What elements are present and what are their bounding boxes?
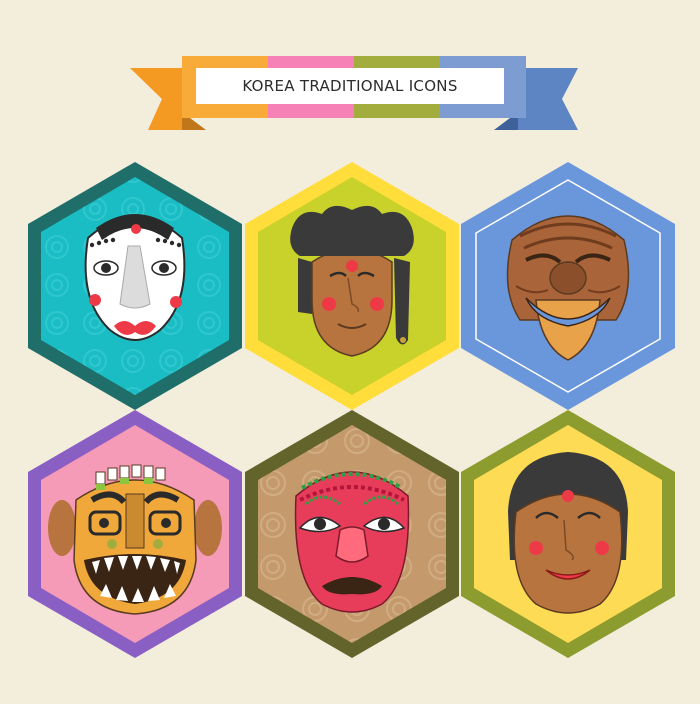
badge-smiling-woman-mask bbox=[461, 410, 675, 658]
badge-laughing-old-man-mask bbox=[461, 162, 675, 410]
badge-topknot-mask bbox=[245, 162, 459, 410]
banner-title: KOREA TRADITIONAL ICONS bbox=[242, 77, 458, 95]
poster-artwork bbox=[28, 56, 675, 658]
red-mask-icon bbox=[294, 471, 410, 613]
badge-red-face-mask bbox=[245, 410, 459, 658]
badge-white-mask bbox=[28, 162, 242, 410]
badge-grinning-demon-mask bbox=[28, 410, 242, 658]
woman-mask-icon bbox=[508, 452, 628, 614]
banner-tail-left bbox=[130, 68, 182, 130]
banner-tail-right bbox=[518, 68, 578, 130]
poster: KOREA TRADITIONAL ICONS bbox=[0, 0, 700, 700]
